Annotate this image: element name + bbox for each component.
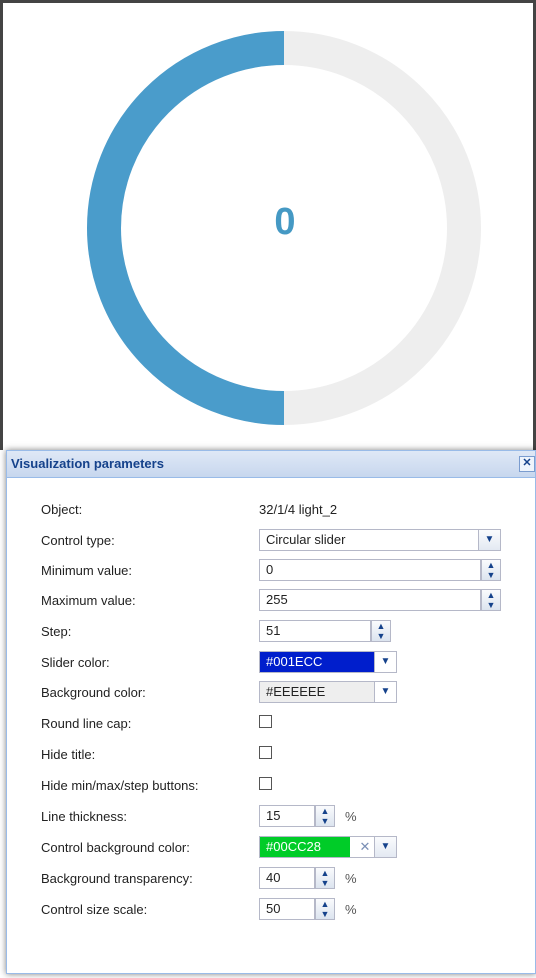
row-step: Step: 51 ▲ ▼ bbox=[7, 620, 535, 646]
visualization-parameters-panel: Visualization parameters ✕ Object: 32/1/… bbox=[6, 450, 536, 974]
round-line-cap-checkbox[interactable] bbox=[259, 715, 272, 728]
size-scale-label: Control size scale: bbox=[41, 902, 148, 917]
size-scale-unit: % bbox=[345, 902, 357, 917]
close-icon[interactable]: ✕ bbox=[519, 456, 535, 472]
control-type-value: Circular slider bbox=[266, 532, 346, 547]
control-type-label: Control type: bbox=[41, 533, 115, 548]
hide-title-label: Hide title: bbox=[41, 747, 96, 762]
control-bg-color-picker[interactable]: #00CC28 ✕ ▼ bbox=[259, 836, 397, 858]
min-value-label: Minimum value: bbox=[41, 563, 133, 578]
round-line-cap-label: Round line cap: bbox=[41, 716, 132, 731]
min-value-spinner[interactable]: ▲ ▼ bbox=[481, 559, 501, 581]
row-slider-color: Slider color: #001ECC ▼ bbox=[7, 651, 535, 677]
max-value-text: 255 bbox=[266, 592, 288, 607]
slider-color-value: #001ECC bbox=[266, 654, 323, 669]
size-scale-text: 50 bbox=[266, 901, 281, 916]
chevron-down-icon[interactable]: ▼ bbox=[478, 530, 500, 550]
background-color-picker[interactable]: #EEEEEE ▼ bbox=[259, 681, 397, 703]
row-control-bg-color: Control background color: #00CC28 ✕ ▼ bbox=[7, 836, 535, 862]
row-size-scale: Control size scale: 50 ▲ ▼ % bbox=[7, 898, 535, 924]
panel-title: Visualization parameters bbox=[11, 456, 164, 471]
row-max-value: Maximum value: 255 ▲ ▼ bbox=[7, 589, 535, 615]
max-value-label: Maximum value: bbox=[41, 593, 136, 608]
hide-title-checkbox[interactable] bbox=[259, 746, 272, 759]
chevron-down-icon[interactable]: ▼ bbox=[374, 837, 396, 857]
slider-value: 0 bbox=[274, 201, 296, 243]
chevron-down-icon[interactable]: ▼ bbox=[374, 652, 396, 672]
hide-buttons-checkbox[interactable] bbox=[259, 777, 272, 790]
bg-transparency-unit: % bbox=[345, 871, 357, 886]
preview-window: 0 bbox=[0, 0, 536, 450]
object-label: Object: bbox=[41, 502, 83, 517]
max-value-input[interactable]: 255 bbox=[259, 589, 481, 611]
bg-transparency-text: 40 bbox=[266, 870, 281, 885]
step-spinner[interactable]: ▲ ▼ bbox=[371, 620, 391, 642]
control-bg-color-label: Control background color: bbox=[41, 840, 190, 855]
min-value-input[interactable]: 0 bbox=[259, 559, 481, 581]
row-control-type: Control type: Circular slider ▼ bbox=[7, 529, 535, 555]
row-hide-title: Hide title: bbox=[7, 743, 535, 769]
slider-color-picker[interactable]: #001ECC ▼ bbox=[259, 651, 397, 673]
clear-icon[interactable]: ✕ bbox=[356, 837, 374, 857]
slider-color-label: Slider color: bbox=[41, 655, 110, 670]
line-thickness-unit: % bbox=[345, 809, 357, 824]
control-bg-color-value: #00CC28 bbox=[260, 837, 350, 857]
background-color-value: #EEEEEE bbox=[266, 684, 326, 699]
panel-header: Visualization parameters ✕ bbox=[7, 451, 535, 478]
step-input[interactable]: 51 bbox=[259, 620, 371, 642]
row-background-color: Background color: #EEEEEE ▼ bbox=[7, 681, 535, 707]
background-color-label: Background color: bbox=[41, 685, 146, 700]
step-text: 51 bbox=[266, 623, 281, 638]
row-bg-transparency: Background transparency: 40 ▲ ▼ % bbox=[7, 867, 535, 893]
row-round-line-cap: Round line cap: bbox=[7, 712, 535, 738]
size-scale-spinner[interactable]: ▲ ▼ bbox=[315, 898, 335, 920]
size-scale-input[interactable]: 50 bbox=[259, 898, 315, 920]
bg-transparency-input[interactable]: 40 bbox=[259, 867, 315, 889]
row-line-thickness: Line thickness: 15 ▲ ▼ % bbox=[7, 805, 535, 831]
line-thickness-input[interactable]: 15 bbox=[259, 805, 315, 827]
row-object: Object: 32/1/4 light_2 bbox=[7, 498, 535, 524]
max-value-spinner[interactable]: ▲ ▼ bbox=[481, 589, 501, 611]
row-hide-buttons: Hide min/max/step buttons: bbox=[7, 774, 535, 800]
control-type-select[interactable]: Circular slider ▼ bbox=[259, 529, 501, 551]
object-value: 32/1/4 light_2 bbox=[259, 502, 338, 517]
bg-transparency-label: Background transparency: bbox=[41, 871, 193, 886]
chevron-down-icon[interactable]: ▼ bbox=[374, 682, 396, 702]
hide-buttons-label: Hide min/max/step buttons: bbox=[41, 778, 199, 793]
bg-transparency-spinner[interactable]: ▲ ▼ bbox=[315, 867, 335, 889]
line-thickness-label: Line thickness: bbox=[41, 809, 127, 824]
line-thickness-spinner[interactable]: ▲ ▼ bbox=[315, 805, 335, 827]
min-value-text: 0 bbox=[266, 562, 274, 577]
step-label: Step: bbox=[41, 624, 72, 639]
line-thickness-text: 15 bbox=[266, 808, 281, 823]
row-min-value: Minimum value: 0 ▲ ▼ bbox=[7, 559, 535, 585]
